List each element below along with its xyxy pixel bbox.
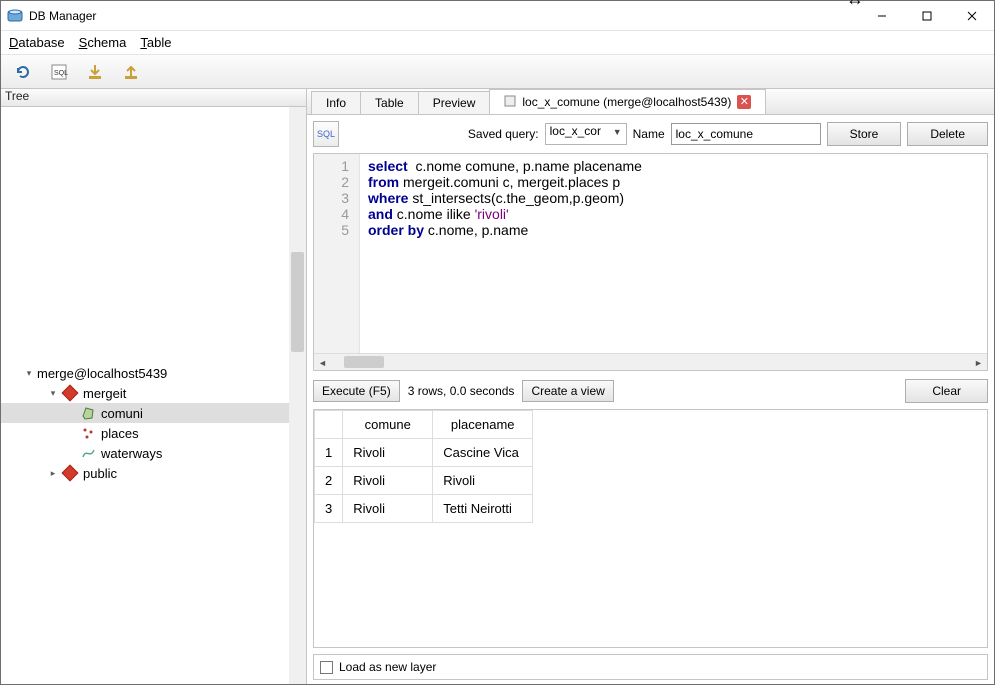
right-panel: Info Table Preview loc_x_comune (merge@l… <box>307 89 994 684</box>
menu-table[interactable]: Table <box>140 35 171 50</box>
tabstrip: Info Table Preview loc_x_comune (merge@l… <box>307 89 994 115</box>
tree-label: public <box>83 466 117 481</box>
resize-indicator-icon: ↔ <box>846 0 864 10</box>
tab-info[interactable]: Info <box>311 91 361 114</box>
point-layer-icon <box>79 425 97 441</box>
minimize-button[interactable] <box>859 1 904 30</box>
body: Tree ▾ merge@localhost5439 ▾ mergeit com… <box>1 89 994 684</box>
execute-bar: Execute (F5) 3 rows, 0.0 seconds Create … <box>313 377 988 405</box>
schema-icon <box>61 465 79 481</box>
tree-node-table-places[interactable]: places <box>1 423 306 443</box>
tab-close-button[interactable]: ✕ <box>737 95 751 109</box>
query-toolbar: SQL Saved query: loc_x_cor Name Store De… <box>313 119 988 149</box>
tree-node-schema-public[interactable]: ▸ public <box>1 463 306 483</box>
sql-editor[interactable]: 12345 select c.nome comune, p.name place… <box>313 153 988 371</box>
column-header-placename[interactable]: placename <box>433 411 533 439</box>
tree-label: mergeit <box>83 386 126 401</box>
sql-window-button[interactable]: SQL <box>45 58 73 86</box>
load-layer-row: Load as new layer <box>313 654 988 680</box>
tab-query[interactable]: loc_x_comune (merge@localhost5439) ✕ <box>489 89 766 114</box>
tree-body[interactable]: ▾ merge@localhost5439 ▾ mergeit comuni p… <box>1 107 306 684</box>
create-view-button[interactable]: Create a view <box>522 380 613 402</box>
execute-status: 3 rows, 0.0 seconds <box>408 384 515 398</box>
caret-right-icon: ▸ <box>45 468 61 479</box>
tree-scroll-thumb[interactable] <box>291 252 304 352</box>
scroll-right-icon[interactable]: ► <box>970 354 987 371</box>
menu-database[interactable]: Database <box>9 35 65 50</box>
maximize-button[interactable] <box>904 1 949 30</box>
tree-node-connection[interactable]: ▾ merge@localhost5439 <box>1 363 306 383</box>
line-layer-icon <box>79 445 97 461</box>
column-header-comune[interactable]: comune <box>343 411 433 439</box>
table-header-row: comune placename <box>315 411 533 439</box>
tab-preview[interactable]: Preview <box>418 91 491 114</box>
tree-scrollbar[interactable] <box>289 107 306 684</box>
app-window: ↔ DB Manager Database Schema Table SQL <box>0 0 995 685</box>
load-as-new-layer-checkbox[interactable] <box>320 661 333 674</box>
toolbar: SQL <box>1 55 994 89</box>
tab-table[interactable]: Table <box>360 91 419 114</box>
schema-icon <box>61 385 79 401</box>
editor-scroll-thumb[interactable] <box>344 356 384 368</box>
saved-query-combo[interactable]: loc_x_cor <box>545 123 627 145</box>
import-button[interactable] <box>81 58 109 86</box>
tree-header: Tree <box>1 89 306 107</box>
editor-gutter: 12345 <box>314 154 360 353</box>
execute-button[interactable]: Execute (F5) <box>313 380 400 402</box>
row-number-header <box>315 411 343 439</box>
tree-node-table-comuni[interactable]: comuni <box>1 403 306 423</box>
menubar: Database Schema Table <box>1 31 994 55</box>
saved-query-label: Saved query: <box>468 127 539 141</box>
menu-schema[interactable]: Schema <box>79 35 127 50</box>
store-button[interactable]: Store <box>827 122 902 146</box>
load-as-new-layer-label: Load as new layer <box>339 660 436 674</box>
tree-node-table-waterways[interactable]: waterways <box>1 443 306 463</box>
results-table: comune placename 1 Rivoli Cascine Vica 2… <box>314 410 533 523</box>
tree-label: places <box>101 426 139 441</box>
table-row[interactable]: 2 Rivoli Rivoli <box>315 467 533 495</box>
sql-title-icon[interactable]: SQL <box>313 121 339 147</box>
table-row[interactable]: 3 Rivoli Tetti Neirotti <box>315 495 533 523</box>
name-label: Name <box>633 127 665 141</box>
query-name-input[interactable] <box>671 123 821 145</box>
refresh-button[interactable] <box>9 58 37 86</box>
close-button[interactable] <box>949 1 994 30</box>
table-row[interactable]: 1 Rivoli Cascine Vica <box>315 439 533 467</box>
scroll-left-icon[interactable]: ◄ <box>314 354 331 371</box>
svg-text:SQL: SQL <box>54 70 68 77</box>
editor-hscrollbar[interactable]: ◄ ► <box>314 353 987 370</box>
tree-label: waterways <box>101 446 162 461</box>
query-area: SQL Saved query: loc_x_cor Name Store De… <box>307 115 994 684</box>
caret-down-icon: ▾ <box>21 368 37 379</box>
export-button[interactable] <box>117 58 145 86</box>
caret-down-icon: ▾ <box>45 388 61 399</box>
window-title: DB Manager <box>29 9 96 23</box>
results-grid[interactable]: comune placename 1 Rivoli Cascine Vica 2… <box>313 409 988 648</box>
app-icon <box>7 8 23 24</box>
query-tab-icon <box>504 95 516 110</box>
tree-label: merge@localhost5439 <box>37 366 167 381</box>
tree-panel: Tree ▾ merge@localhost5439 ▾ mergeit com… <box>1 89 307 684</box>
delete-button[interactable]: Delete <box>907 122 988 146</box>
polygon-layer-icon <box>79 405 97 421</box>
tree-node-schema-mergeit[interactable]: ▾ mergeit <box>1 383 306 403</box>
editor-code[interactable]: select c.nome comune, p.name placename f… <box>360 154 987 353</box>
clear-button[interactable]: Clear <box>905 379 988 403</box>
tab-label: loc_x_comune (merge@localhost5439) <box>522 95 731 109</box>
tree-label: comuni <box>101 406 143 421</box>
